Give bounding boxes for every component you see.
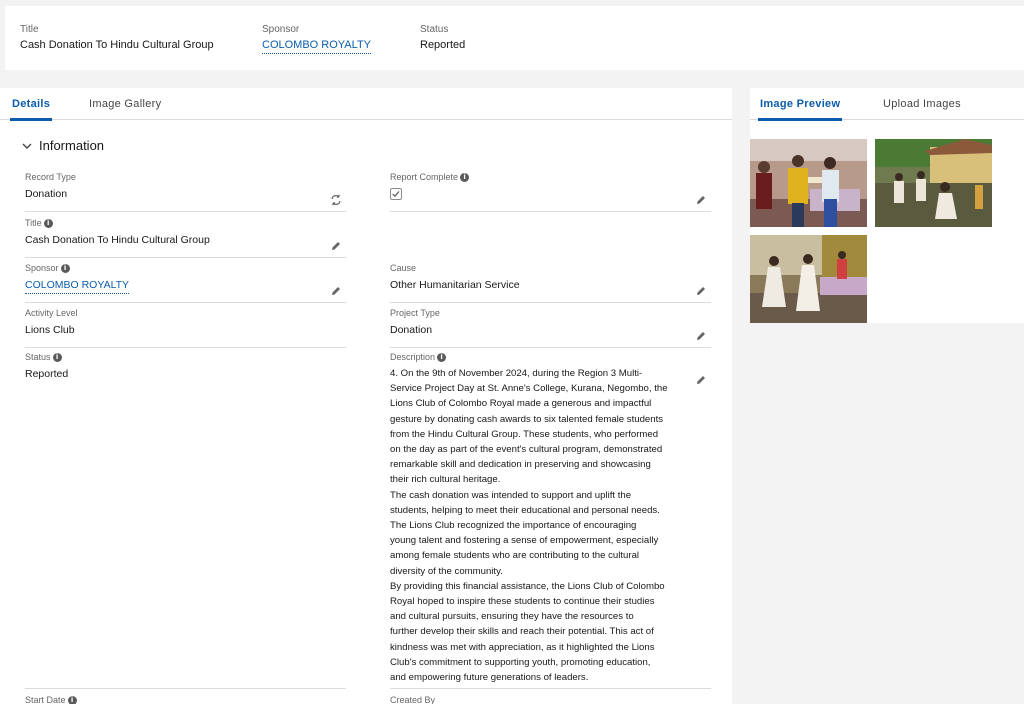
checkmark-icon (392, 191, 400, 198)
field-project-type: Project Type Donation (390, 308, 711, 348)
info-icon: i (43, 218, 53, 228)
record-header: Title Cash Donation To Hindu Cultural Gr… (5, 6, 1024, 70)
section-title: Information (39, 138, 105, 153)
activity-level-label: Activity Level (25, 308, 78, 318)
header-sponsor-label: Sponsor (262, 24, 300, 35)
record-type-label: Record Type (25, 172, 76, 182)
pencil-icon[interactable] (695, 194, 707, 206)
field-activity-level: Activity Level Lions Club (25, 308, 346, 348)
description-label: Description (390, 352, 436, 362)
details-tabs: Details Image Gallery (0, 88, 732, 121)
header-sponsor-link[interactable]: COLOMBO ROYALTY (262, 39, 372, 54)
header-title-label: Title (20, 24, 39, 35)
report-complete-label: Report Complete (390, 172, 459, 182)
title-value: Cash Donation To Hindu Cultural Group (25, 234, 210, 246)
activity-level-value: Lions Club (25, 324, 75, 336)
project-type-label: Project Type (390, 308, 440, 318)
info-icon: i (60, 263, 70, 273)
info-icon: i (460, 172, 470, 182)
information-section-toggle[interactable]: Information (22, 138, 104, 153)
header-title-field: Title Cash Donation To Hindu Cultural Gr… (20, 24, 214, 51)
sponsor-link[interactable]: COLOMBO ROYALTY (25, 279, 130, 294)
field-status: Status i Reported (25, 352, 346, 689)
status-value: Reported (25, 368, 69, 380)
field-cause: Cause Other Humanitarian Service (390, 263, 711, 303)
header-status-field: Status Reported (420, 24, 465, 51)
field-sponsor: Sponsor i COLOMBO ROYALTY (25, 263, 346, 303)
field-title: Title i Cash Donation To Hindu Cultural G… (25, 218, 346, 258)
pencil-icon[interactable] (695, 374, 707, 386)
tab-details[interactable]: Details (9, 88, 53, 121)
record-type-value: Donation (25, 188, 68, 200)
field-start-date: Start Date i (25, 695, 346, 704)
tab-image-preview[interactable]: Image Preview (757, 88, 843, 121)
header-status-label: Status (420, 24, 449, 35)
info-icon: i (437, 352, 447, 362)
header-status-value: Reported (420, 39, 466, 51)
tab-upload-images[interactable]: Upload Images (883, 88, 961, 120)
title-label: Title (25, 218, 42, 228)
pencil-icon[interactable] (330, 240, 342, 252)
header-sponsor-field: Sponsor COLOMBO ROYALTY (262, 24, 372, 54)
info-icon: i (52, 352, 62, 362)
photo-indoor-dance (750, 235, 867, 323)
pencil-icon[interactable] (330, 285, 342, 297)
sponsor-label: Sponsor (25, 263, 59, 273)
photo-outdoor-performance (875, 139, 992, 227)
pencil-icon[interactable] (695, 330, 707, 342)
project-type-value: Donation (390, 324, 433, 336)
tab-image-gallery[interactable]: Image Gallery (89, 88, 161, 120)
created-by-label: Created By (390, 695, 436, 704)
image-card: Image Preview Upload Images (750, 88, 1024, 323)
description-text: 4. On the 9th of November 2024, during t… (390, 368, 668, 684)
image-tabs: Image Preview Upload Images (750, 88, 1024, 121)
field-description: Description i 4. On the 9th of November 2… (390, 352, 711, 689)
start-date-label: Start Date (25, 695, 66, 704)
info-icon: i (67, 695, 77, 704)
header-title-value: Cash Donation To Hindu Cultural Group (20, 39, 214, 51)
pencil-icon[interactable] (695, 285, 707, 297)
report-complete-checkbox[interactable] (390, 188, 402, 200)
photo-donation-handover (750, 139, 867, 227)
field-created-by: Created By (390, 695, 711, 704)
chevron-down-icon (22, 143, 32, 149)
cause-label: Cause (390, 263, 417, 273)
details-card: Details Image Gallery Information Record… (0, 88, 732, 704)
gallery-image[interactable] (875, 139, 992, 227)
swap-icon[interactable] (330, 194, 342, 206)
gallery-image[interactable] (750, 139, 867, 227)
status-label: Status (25, 352, 51, 362)
gallery-image[interactable] (750, 235, 867, 323)
field-report-complete: Report Complete i (390, 172, 711, 212)
cause-value: Other Humanitarian Service (390, 279, 520, 291)
field-record-type: Record Type Donation (25, 172, 346, 212)
